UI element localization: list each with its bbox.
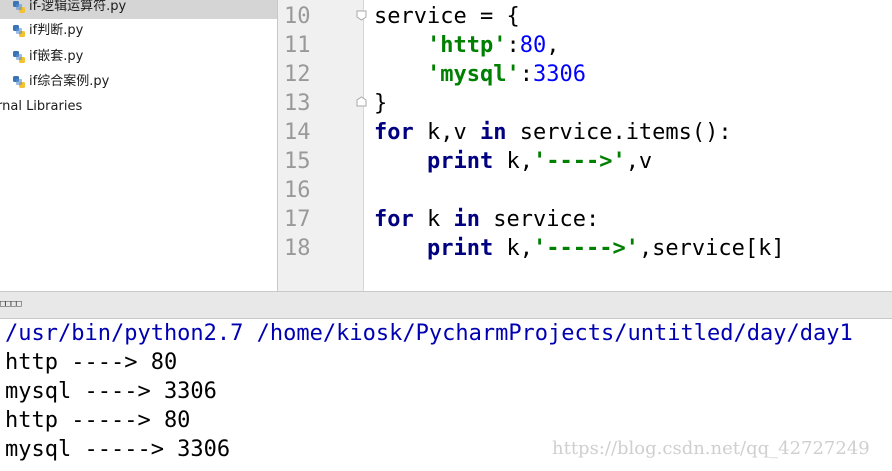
keyword: print xyxy=(426,149,494,174)
console-output-line: mysql -----> 3306 xyxy=(5,437,231,462)
code-text: k xyxy=(413,207,454,232)
number-literal: 80 xyxy=(519,33,547,58)
line-number: 12 xyxy=(284,62,311,87)
keyword: print xyxy=(426,236,494,261)
code-text: : xyxy=(506,33,520,58)
run-panel-title: □□□□ xyxy=(0,299,22,309)
tree-file-label: if嵌套.py xyxy=(29,49,84,64)
line-number: 11 xyxy=(284,33,311,58)
string-literal: 'http' xyxy=(426,33,507,58)
keyword: for xyxy=(374,207,414,232)
line-number: 14 xyxy=(284,120,311,145)
tree-file-item[interactable]: if嵌套.py xyxy=(0,45,277,69)
python-file-icon xyxy=(13,25,25,37)
tree-file-label: if综合案例.py xyxy=(29,74,110,89)
line-number: 16 xyxy=(284,178,311,203)
console-command-line: /usr/bin/python2.7 /home/kiosk/PycharmPr… xyxy=(5,321,853,346)
console-output-line: http -----> 80 xyxy=(5,408,191,433)
code-line-11: 'http':80, xyxy=(374,31,559,60)
code-text: service = { xyxy=(374,4,520,29)
line-number: 17 xyxy=(284,207,311,232)
console-output-line: http ----> 80 xyxy=(5,350,178,375)
code-text: k, xyxy=(493,149,533,174)
code-line-13: } xyxy=(374,89,387,118)
line-number: 10 xyxy=(284,4,311,29)
python-file-icon xyxy=(13,76,25,88)
tree-file-item[interactable]: if综合案例.py xyxy=(0,70,277,94)
line-number: 15 xyxy=(284,149,311,174)
number-literal: 3306 xyxy=(532,62,586,87)
run-panel-header[interactable]: □□□□ xyxy=(0,291,892,319)
code-text: k,v xyxy=(413,120,480,145)
tree-file-item[interactable]: if判断.py xyxy=(0,19,277,43)
tree-file-item[interactable]: if-逻辑运算符.py xyxy=(0,0,277,19)
string-literal: 'mysql' xyxy=(426,62,520,87)
keyword: in xyxy=(453,207,481,232)
code-text: service: xyxy=(480,207,600,232)
code-text: , xyxy=(546,33,560,58)
code-line-17: for k in service: xyxy=(374,205,599,234)
code-text: } xyxy=(374,91,388,116)
fold-start-icon[interactable] xyxy=(356,10,367,21)
keyword: for xyxy=(374,120,414,145)
code-line-18: print k,'----->',service[k] xyxy=(374,234,785,263)
code-text: : xyxy=(519,62,533,87)
keyword: in xyxy=(479,120,507,145)
tree-file-label: if判断.py xyxy=(29,23,84,38)
line-number: 18 xyxy=(284,236,311,261)
python-file-icon xyxy=(13,1,25,13)
tree-external-libraries[interactable]: rnal Libraries xyxy=(0,95,277,119)
code-text: ,service[k] xyxy=(638,236,785,261)
code-text: ,v xyxy=(625,149,653,174)
code-line-10: service = { xyxy=(374,2,520,31)
code-line-15: print k,'---->',v xyxy=(374,147,652,176)
code-text: service.items(): xyxy=(506,120,732,145)
string-literal: '----->' xyxy=(532,236,639,261)
code-text: k, xyxy=(493,236,533,261)
fold-end-icon[interactable] xyxy=(356,96,367,107)
code-line-14: for k,v in service.items(): xyxy=(374,118,732,147)
line-number: 13 xyxy=(284,91,311,116)
project-tree: if-逻辑运算符.py if判断.py if嵌套.py if综合案例.py rn… xyxy=(0,0,277,291)
console-output-line: mysql ----> 3306 xyxy=(5,379,217,404)
string-literal: '---->' xyxy=(532,149,626,174)
code-line-12: 'mysql':3306 xyxy=(374,60,586,89)
tree-external-libraries-label: rnal Libraries xyxy=(0,99,83,114)
tree-file-label: if-逻辑运算符.py xyxy=(29,0,127,14)
watermark: https://blog.csdn.net/qq_42727249 xyxy=(552,438,870,459)
python-file-icon xyxy=(13,51,25,63)
